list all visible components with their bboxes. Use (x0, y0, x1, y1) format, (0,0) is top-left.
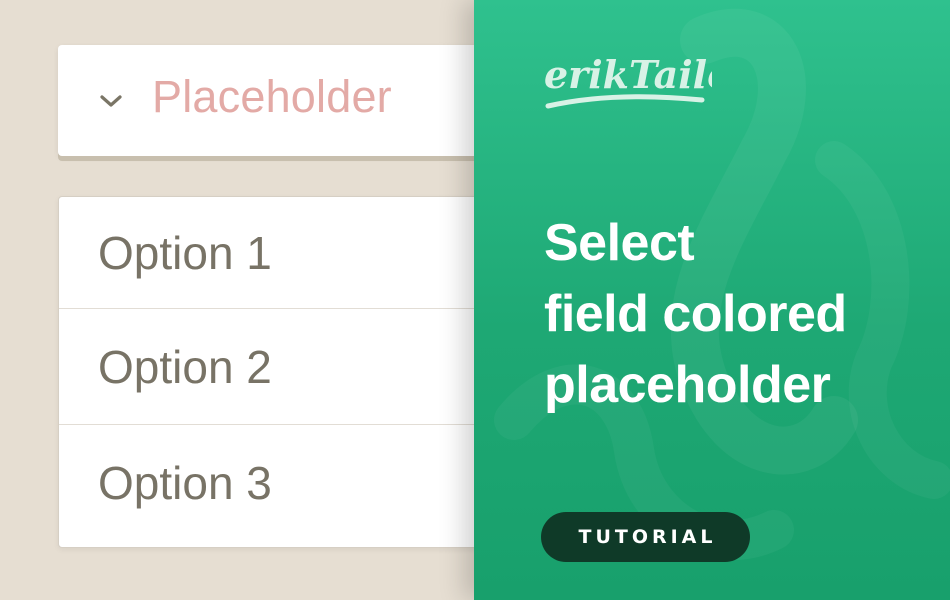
options-list: Option 1 Option 2 Option 3 (58, 196, 498, 548)
list-item-option-1[interactable]: Option 1 (59, 197, 497, 309)
tutorial-panel: erikTailor Select field colored placehol… (474, 0, 950, 600)
chevron-down-icon[interactable] (100, 95, 122, 107)
brand-logo: erikTailor (544, 52, 712, 109)
svg-text:erikTailor: erikTailor (544, 52, 712, 97)
headline-title: Select field colored placeholder (544, 208, 934, 421)
headline-line-1: Select (544, 214, 695, 272)
select-field[interactable]: Placeholder (58, 45, 498, 156)
headline-line-3: placeholder (544, 356, 831, 414)
list-item-option-3[interactable]: Option 3 (59, 425, 497, 541)
list-item-option-2[interactable]: Option 2 (59, 309, 497, 425)
headline-line-2: field colored (544, 285, 847, 343)
select-placeholder: Placeholder (152, 71, 392, 122)
tutorial-badge: TUTORIAL (541, 512, 750, 562)
